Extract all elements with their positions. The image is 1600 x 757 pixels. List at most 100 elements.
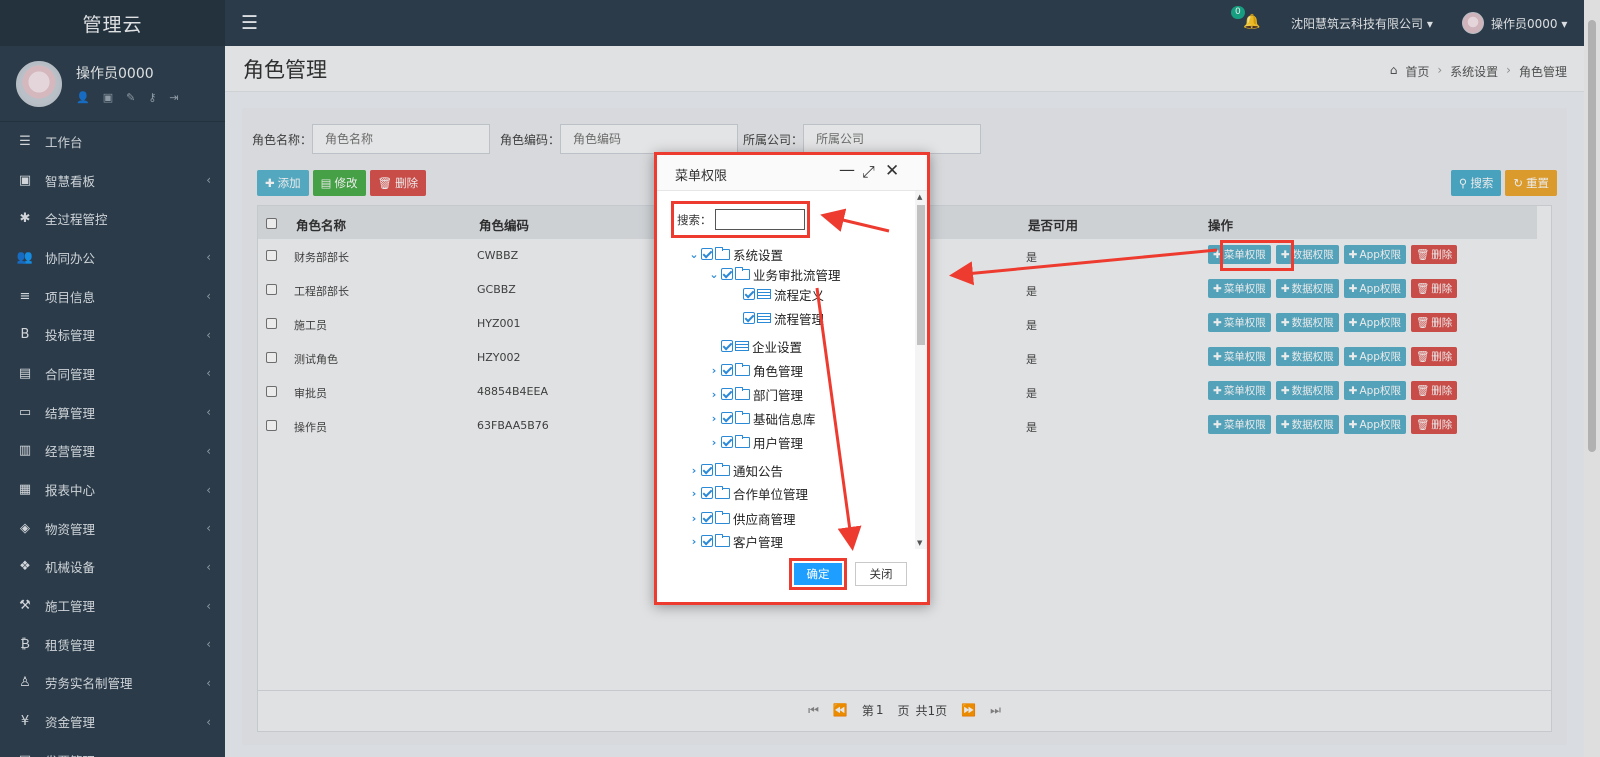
sidebar-item[interactable]: ❖ 机械设备 ‹ [0,548,225,587]
menu-permission-button[interactable]: ✚ 菜单权限 [1208,279,1271,298]
chevron-right-icon[interactable]: › [687,464,701,477]
sidebar-item[interactable]: ▤ 合同管理 ‹ [0,354,225,393]
user-dropdown[interactable]: 操作员0000 ▾ [1491,15,1567,32]
tree-checkbox[interactable] [701,464,713,476]
breadcrumb-home[interactable]: 首页 [1405,63,1429,80]
tree-node[interactable]: ⌄ 系统设置 [687,245,783,263]
app-permission-button[interactable]: ✚ App权限 [1343,313,1406,332]
edit-icon[interactable]: ✎ [126,91,135,104]
row-checkbox[interactable] [266,352,277,363]
delete-button[interactable]: 🗑 删除 [369,170,427,196]
menu-permission-button[interactable]: ✚ 菜单权限 [1208,245,1271,264]
tree-checkbox[interactable] [743,312,755,324]
sidebar-item[interactable]: ☰ 工作台 [0,122,225,161]
user-icon[interactable]: 👤 [76,91,90,104]
chevron-down-icon[interactable]: ⌄ [707,268,721,281]
chevron-right-icon[interactable]: › [687,512,701,525]
role-name-input[interactable] [312,124,491,154]
tree-node[interactable]: › 用户管理 [707,433,803,451]
tree-checkbox[interactable] [721,388,733,400]
tree-checkbox[interactable] [701,248,713,260]
chevron-down-icon[interactable]: ⌄ [687,248,701,261]
menu-permission-button[interactable]: ✚ 菜单权限 [1208,347,1271,366]
row-checkbox[interactable] [266,420,277,431]
sidebar-item[interactable]: ◈ 物资管理 ‹ [0,509,225,548]
row-delete-button[interactable]: 🗑 删除 [1410,381,1458,400]
tree-search-input[interactable] [714,209,805,230]
row-delete-button[interactable]: 🗑 删除 [1410,415,1458,434]
tree-checkbox[interactable] [701,487,713,499]
sidebar-item[interactable]: ₿ 租赁管理 ‹ [0,625,225,664]
sidebar-item[interactable]: ≡ 项目信息 ‹ [0,277,225,316]
select-all-checkbox[interactable] [266,218,277,229]
maximize-icon[interactable]: ⤢ [862,162,875,182]
tree-node[interactable]: › 供应商管理 [687,509,796,527]
page-scrollbar-thumb[interactable] [1588,20,1596,452]
chevron-right-icon[interactable]: › [707,412,721,425]
row-checkbox[interactable] [266,250,277,261]
sidebar-item[interactable]: ▥ 经营管理 ‹ [0,432,225,471]
breadcrumb-system[interactable]: 系统设置 [1450,63,1498,80]
chevron-right-icon[interactable]: › [707,436,721,449]
sidebar-item[interactable]: ▭ 结算管理 ‹ [0,393,225,432]
data-permission-button[interactable]: ✚ 数据权限 [1275,245,1339,264]
tree-node[interactable]: › 角色管理 [707,361,803,379]
menu-permission-button[interactable]: ✚ 菜单权限 [1208,313,1271,332]
last-page-icon[interactable]: ⏭ [990,703,1001,718]
next-page-icon[interactable]: ⏩ [961,703,976,717]
avatar[interactable] [16,60,62,107]
sidebar-item[interactable]: ♙ 劳务实名制管理 ‹ [0,664,225,703]
tree-checkbox[interactable] [701,512,713,524]
data-permission-button[interactable]: ✚ 数据权限 [1275,313,1339,332]
header-avatar[interactable] [1462,12,1484,34]
data-permission-button[interactable]: ✚ 数据权限 [1275,415,1339,434]
data-permission-button[interactable]: ✚ 数据权限 [1275,347,1339,366]
close-icon[interactable]: ✕ [885,161,899,181]
brand-logo[interactable]: 管理云 [0,0,225,46]
key-icon[interactable]: ⚷ [148,91,156,104]
search-button[interactable]: ⚲ 搜索 [1450,170,1502,196]
page-scrollbar[interactable] [1584,0,1600,757]
chevron-right-icon[interactable]: › [687,535,701,548]
bell-icon[interactable]: 🔔 [1243,14,1260,30]
tree-node[interactable]: 流程管理 [729,309,824,327]
data-permission-button[interactable]: ✚ 数据权限 [1275,279,1339,298]
row-checkbox[interactable] [266,386,277,397]
row-checkbox[interactable] [266,284,277,295]
tree-checkbox[interactable] [721,364,733,376]
prev-page-icon[interactable]: ⏪ [833,703,848,717]
row-delete-button[interactable]: 🗑 删除 [1410,245,1458,264]
company-dropdown[interactable]: 沈阳慧筑云科技有限公司 ▾ [1291,15,1433,32]
row-checkbox[interactable] [266,318,277,329]
tree-checkbox[interactable] [721,268,733,280]
edit-button[interactable]: ▤ 修改 [312,170,366,196]
app-permission-button[interactable]: ✚ App权限 [1343,381,1406,400]
reset-button[interactable]: ↻ 重置 [1505,170,1557,196]
row-delete-button[interactable]: 🗑 删除 [1410,313,1458,332]
chevron-right-icon[interactable]: › [707,388,721,401]
app-permission-button[interactable]: ✚ App权限 [1343,245,1406,264]
tree-checkbox[interactable] [701,535,713,547]
scroll-up-icon[interactable]: ▲ [917,193,922,201]
first-page-icon[interactable]: ⏮ [808,703,819,718]
sidebar-item[interactable]: ¥ 资金管理 ‹ [0,702,225,741]
sidebar-item[interactable]: ⚒ 施工管理 ‹ [0,586,225,625]
column-header[interactable]: 角色编码 [479,215,529,234]
column-header[interactable]: 是否可用 [1028,215,1078,234]
page-number[interactable]: 1 [876,703,884,717]
tree-checkbox[interactable] [743,288,755,300]
column-header[interactable]: 角色名称 [296,215,346,234]
company-input[interactable] [803,124,982,154]
app-permission-button[interactable]: ✚ App权限 [1343,415,1406,434]
tree-node[interactable]: 流程定义 [729,285,824,303]
tree-node[interactable]: 企业设置 [707,337,802,355]
tree-node[interactable]: › 基础信息库 [707,409,816,427]
tree-checkbox[interactable] [721,412,733,424]
menu-permission-button[interactable]: ✚ 菜单权限 [1208,381,1271,400]
tree-node[interactable]: ⌄ 业务审批流管理 [707,265,841,283]
data-permission-button[interactable]: ✚ 数据权限 [1275,381,1339,400]
app-permission-button[interactable]: ✚ App权限 [1343,347,1406,366]
sidebar-item[interactable]: ▦ 报表中心 ‹ [0,470,225,509]
minimize-icon[interactable]: — [839,160,855,179]
sidebar-item[interactable]: ▤ 发票管理 ‹ [0,741,225,757]
